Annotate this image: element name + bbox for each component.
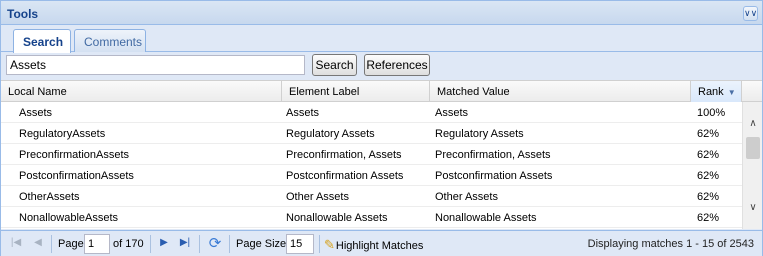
cell-matched-value: Regulatory Assets [435,128,524,140]
cell-local-name: Assets [19,107,53,119]
highlight-matches-label: Highlight Matches [335,240,424,252]
page-label: Page [58,238,84,250]
cell-local-name: PreconfirmationAssets [19,149,130,161]
toolbar-separator [199,235,200,253]
highlighter-icon: ✎ [324,237,335,252]
cell-rank: 62% [697,149,720,161]
cell-rank: 62% [697,170,720,182]
toolbar-separator [319,235,320,253]
cell-rank: 62% [697,191,720,203]
search-button[interactable]: Search [312,54,357,76]
cell-local-name: RegulatoryAssets [19,128,106,140]
tab-strip: Search Comments [1,26,762,53]
highlight-matches-button[interactable]: ✎Highlight Matches [324,234,423,254]
toolbar-separator [51,235,52,253]
cell-matched-value: Other Assets [435,191,498,203]
cell-element-label: Postconfirmation Assets [286,170,404,182]
search-toolbar: Search References [1,53,762,79]
sort-descending-icon: ▼ [727,88,736,97]
table-row[interactable]: PreconfirmationAssets Preconfirmation, A… [1,144,742,165]
cell-local-name: PostconfirmationAssets [19,170,134,182]
table-row[interactable]: NonallowableAssets Nonallowable Assets N… [1,207,742,228]
cell-matched-value: Preconfirmation, Assets [435,149,551,161]
cell-local-name: NonallowableAssets [19,212,119,224]
column-header-rank[interactable]: Rank ▼ [691,81,742,102]
display-info: Displaying matches 1 - 15 of 2543 [587,238,754,250]
previous-page-icon[interactable]: ◀ [31,237,45,251]
column-header-element-label[interactable]: Element Label [282,81,430,102]
grid-header: Local Name Element Label Matched Value R… [1,80,762,102]
column-header-local-name[interactable]: Local Name [1,81,282,102]
panel-header: Tools ∨∨ [1,1,762,25]
table-row[interactable]: RegulatoryAssets Regulatory Assets Regul… [1,123,742,144]
table-row[interactable]: OtherAssets Other Assets Other Assets 62… [1,186,742,207]
cell-element-label: Assets [286,107,320,119]
vertical-scrollbar[interactable]: ∧ ∨ [742,102,762,229]
next-page-icon[interactable]: ▶ [157,237,171,251]
cell-rank: 62% [697,128,720,140]
paging-toolbar: |◀ ◀ Page of 170 ▶ ▶| ⟳ Page Size ✎Highl… [1,230,762,256]
page-size-label: Page Size [236,238,287,250]
cell-matched-value: Assets [435,107,469,119]
cell-rank: 62% [697,212,720,224]
cell-rank: 100% [697,107,726,119]
last-page-icon[interactable]: ▶| [178,237,192,251]
column-header-label: Local Name [8,86,67,98]
cell-element-label: Nonallowable Assets [286,212,388,224]
toolbar-separator [229,235,230,253]
toolbar-separator [150,235,151,253]
column-header-matched-value[interactable]: Matched Value [430,81,691,102]
collapse-double-chevron-icon[interactable]: ∨∨ [743,6,758,21]
page-size-input[interactable] [286,234,314,254]
tab-comments[interactable]: Comments [74,29,146,52]
references-button[interactable]: References [364,54,430,76]
panel-title: Tools [7,7,39,21]
refresh-icon[interactable]: ⟳ [206,235,224,253]
column-header-label: Element Label [289,86,360,98]
column-header-label: Rank [698,86,724,98]
cell-element-label: Regulatory Assets [286,128,375,140]
table-row[interactable]: Assets Assets Assets 100% [1,102,742,123]
tools-panel: Tools ∨∨ Search Comments Search Referenc… [0,0,763,256]
search-input[interactable] [6,55,305,75]
first-page-icon[interactable]: |◀ [9,237,23,251]
cell-matched-value: Nonallowable Assets [435,212,537,224]
scroll-down-icon[interactable]: ∨ [747,202,759,214]
cell-element-label: Other Assets [286,191,349,203]
scroll-up-icon[interactable]: ∧ [747,118,759,130]
cell-matched-value: Postconfirmation Assets [435,170,553,182]
cell-local-name: OtherAssets [19,191,80,203]
scrollbar-thumb[interactable] [746,137,760,159]
page-count-label: of 170 [113,238,144,250]
page-number-input[interactable] [84,234,110,254]
table-row[interactable]: PostconfirmationAssets Postconfirmation … [1,165,742,186]
column-header-label: Matched Value [437,86,510,98]
grid-body: Assets Assets Assets 100% RegulatoryAsse… [1,102,742,229]
tab-search[interactable]: Search [13,29,71,53]
cell-element-label: Preconfirmation, Assets [286,149,402,161]
